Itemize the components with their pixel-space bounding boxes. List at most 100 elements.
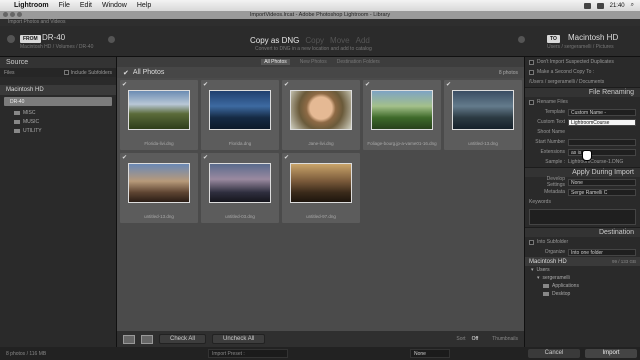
custom-text-input[interactable]: LightroomCourse xyxy=(568,118,636,126)
thumbnails-label: Thumbnails xyxy=(492,336,518,342)
photo-cell[interactable]: ✔ untitled-13.dng xyxy=(120,153,198,223)
import-preset-select[interactable]: None xyxy=(410,349,450,358)
grid-view-icon[interactable] xyxy=(123,334,135,344)
check-icon[interactable]: ✔ xyxy=(123,69,129,77)
sort-label: Sort xyxy=(456,336,466,342)
dont-import-dupes-checkbox[interactable] xyxy=(529,59,534,65)
tree-item[interactable]: Applications xyxy=(531,282,640,290)
photo-cell[interactable]: ✔ Florida-livi.dng xyxy=(120,80,198,150)
folder-icon xyxy=(543,284,549,288)
menu-app[interactable]: Lightroom xyxy=(14,2,49,9)
start-number-row: Start Number xyxy=(525,137,640,147)
sort-value[interactable]: Off xyxy=(472,336,479,342)
cancel-button[interactable]: Cancel xyxy=(528,349,580,358)
photo-thumbnail[interactable] xyxy=(371,90,433,130)
menu-file[interactable]: File xyxy=(59,2,70,9)
photo-thumbnail[interactable] xyxy=(290,163,352,203)
check-all-button[interactable]: Check All xyxy=(159,334,207,344)
uncheck-all-button[interactable]: Uncheck All xyxy=(212,334,266,344)
check-icon[interactable]: ✔ xyxy=(122,154,127,161)
folder-item[interactable]: UTILITY xyxy=(0,126,116,135)
into-subfolder-checkbox[interactable] xyxy=(529,239,534,245)
photo-cell[interactable]: ✔ Florida.dng xyxy=(201,80,279,150)
organize-select[interactable]: Into one folder xyxy=(568,248,636,256)
check-icon[interactable]: ✔ xyxy=(284,81,289,88)
grid-header: ✔ All Photos 8 photos xyxy=(117,67,524,78)
chevron-down-icon[interactable]: ▾ xyxy=(537,275,540,281)
clock[interactable]: 21:40 xyxy=(610,3,625,9)
dest-name[interactable]: Macintosh HD xyxy=(568,33,618,42)
photo-thumbnail[interactable] xyxy=(128,90,190,130)
dest-drive-row[interactable]: Macintosh HD 99 / 133 GB xyxy=(525,257,640,266)
metadata-select[interactable]: Serge Ramelli C xyxy=(568,188,636,196)
extensions-select[interactable]: as is xyxy=(568,148,636,156)
menu-bar: Lightroom File Edit Window Help 21:40 ⌕ xyxy=(0,0,640,11)
mode-copy-as-dng[interactable]: Copy as DNG xyxy=(250,36,299,45)
folder-item[interactable]: MUSIC xyxy=(0,117,116,126)
folder-icon xyxy=(14,119,20,124)
check-icon[interactable]: ✔ xyxy=(203,81,208,88)
tree-item[interactable]: ▾ Users xyxy=(531,266,640,274)
check-icon[interactable]: ✔ xyxy=(284,154,289,161)
destination-section[interactable]: Destination xyxy=(525,227,640,237)
mode-move[interactable]: Move xyxy=(330,36,350,45)
filter-new-photos[interactable]: New Photos xyxy=(300,59,327,65)
photo-thumbnail[interactable] xyxy=(209,90,271,130)
import-button[interactable]: Import xyxy=(585,349,637,358)
filter-all-photos[interactable]: All Photos xyxy=(261,59,290,65)
tree-item[interactable]: Desktop xyxy=(531,290,640,298)
chevron-down-icon[interactable]: ▾ xyxy=(531,267,534,273)
develop-select[interactable]: None xyxy=(568,178,636,186)
wifi-icon[interactable] xyxy=(583,2,591,9)
menu-edit[interactable]: Edit xyxy=(80,2,92,9)
source-title[interactable]: Source xyxy=(0,57,116,68)
menu-help[interactable]: Help xyxy=(137,2,151,9)
file-renaming-section[interactable]: File Renaming xyxy=(525,87,640,97)
photo-thumbnail[interactable] xyxy=(128,163,190,203)
close-icon[interactable] xyxy=(3,12,8,17)
folder-item[interactable]: MISC xyxy=(0,108,116,117)
battery-icon[interactable] xyxy=(596,2,604,9)
rename-files-checkbox[interactable] xyxy=(529,99,534,105)
mode-copy[interactable]: Copy xyxy=(305,36,324,45)
grid-toolbar: Check All Uncheck All Sort Off Thumbnail… xyxy=(117,331,524,347)
tree-item-label: Applications xyxy=(552,283,579,289)
second-copy-path: /Users / sergeramelli / Documents xyxy=(525,77,640,87)
mode-add[interactable]: Add xyxy=(356,36,370,45)
back-arrow-icon[interactable] xyxy=(7,35,15,43)
photo-thumbnail[interactable] xyxy=(452,90,514,130)
photo-thumbnail[interactable] xyxy=(209,163,271,203)
bottom-bar: 8 photos / 116 MB Import Preset : None C… xyxy=(0,347,640,360)
photo-cell[interactable]: ✔ Foliage-bourg.jp-a-vame01-16.dng xyxy=(363,80,441,150)
filter-destination-folders[interactable]: Destination Folders xyxy=(337,59,380,65)
source-name[interactable]: DR-40 xyxy=(42,33,65,42)
photo-thumbnail[interactable] xyxy=(290,90,352,130)
zoom-icon[interactable] xyxy=(17,12,22,17)
check-icon[interactable]: ✔ xyxy=(446,81,451,88)
mode-description: Convert to DNG in a new location and add… xyxy=(255,46,372,52)
photo-cell[interactable]: ✔ untitled-13.dng xyxy=(444,80,522,150)
status-text: 8 photos / 116 MB xyxy=(6,350,47,357)
mouse-cursor-icon xyxy=(582,150,592,161)
check-icon[interactable]: ✔ xyxy=(203,154,208,161)
second-copy-checkbox[interactable] xyxy=(529,69,534,75)
menu-window[interactable]: Window xyxy=(102,2,127,9)
tree-item[interactable]: ▾ sergeramelli xyxy=(531,274,640,282)
check-icon[interactable]: ✔ xyxy=(365,81,370,88)
keywords-field[interactable] xyxy=(529,209,636,225)
template-label: Template xyxy=(544,109,565,115)
photo-cell[interactable]: ✔ untitled-03.dng xyxy=(201,153,279,223)
check-icon[interactable]: ✔ xyxy=(122,81,127,88)
search-icon[interactable]: ⌕ xyxy=(631,2,634,9)
photo-cell[interactable]: ✔ Jane-livi.dng xyxy=(282,80,360,150)
photo-cell[interactable]: ✔ untitled-97.dng xyxy=(282,153,360,223)
start-number-input[interactable] xyxy=(568,138,636,146)
import-header: FROM DR-40 Macintosh HD / Volumes / DR-4… xyxy=(0,26,640,57)
custom-text-label: Custom Text xyxy=(537,119,565,125)
template-select[interactable]: Custom Name - xyxy=(568,108,636,116)
source-volume[interactable]: DR-40 xyxy=(4,97,112,106)
minimize-icon[interactable] xyxy=(10,12,15,17)
source-drive[interactable]: Macintosh HD xyxy=(0,85,116,95)
loupe-view-icon[interactable] xyxy=(141,334,153,344)
include-subfolders-checkbox[interactable] xyxy=(63,70,69,75)
